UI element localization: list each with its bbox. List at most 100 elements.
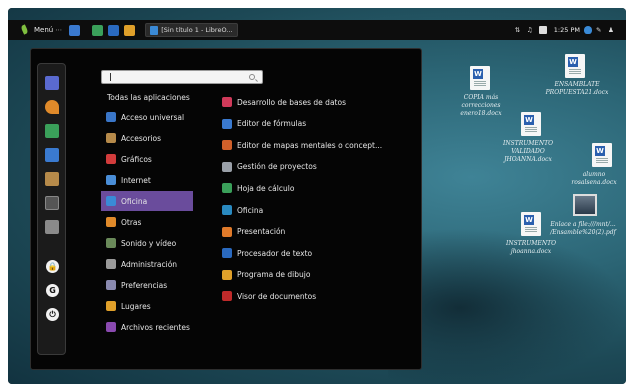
category-item[interactable]: Internet bbox=[101, 170, 193, 190]
desktop-file-label: ENSAMBLATE PROPUESTA21.docx bbox=[545, 81, 609, 96]
favorite-app-icon[interactable] bbox=[45, 76, 59, 90]
category-icon bbox=[106, 217, 116, 227]
favorites-sidebar: 🔒 G ⏻ bbox=[37, 63, 66, 355]
desktop-file-icon[interactable]: W bbox=[470, 66, 490, 90]
category-label: Oficina bbox=[121, 196, 148, 206]
category-icon bbox=[106, 196, 116, 206]
application-item[interactable]: Oficina bbox=[222, 200, 412, 220]
desktop-file-label: INSTRUMENTO jhoanna.docx bbox=[505, 240, 556, 255]
desktop-file-icon[interactable]: W bbox=[565, 54, 585, 78]
mint-leaf-icon bbox=[20, 24, 30, 36]
application-item[interactable]: Programa de dibujo bbox=[222, 265, 412, 285]
firefox-icon[interactable] bbox=[45, 100, 59, 114]
application-icon bbox=[222, 226, 232, 237]
category-icon bbox=[106, 259, 116, 269]
category-icon bbox=[106, 133, 116, 143]
category-icon bbox=[106, 280, 116, 290]
application-item[interactable]: Editor de fórmulas bbox=[222, 114, 412, 134]
taskbar-window-button[interactable]: [Sin título 1 - LibreO... bbox=[145, 23, 238, 37]
category-item[interactable]: Preferencias bbox=[101, 275, 193, 295]
desktop-image-icon[interactable] bbox=[573, 194, 597, 216]
user-icon[interactable]: ♟ bbox=[608, 26, 616, 34]
application-item[interactable]: Presentación bbox=[222, 222, 412, 242]
category-label: Archivos recientes bbox=[121, 322, 190, 332]
power-icon[interactable]: ⏻ bbox=[46, 308, 59, 321]
application-item[interactable]: Desarrollo de bases de datos bbox=[222, 92, 412, 112]
application-item[interactable]: Visor de documentos bbox=[222, 286, 412, 306]
volume-icon[interactable]: ♫ bbox=[527, 26, 535, 34]
category-label: Accesorios bbox=[121, 133, 162, 143]
favorite-app-icon[interactable] bbox=[45, 148, 59, 162]
category-label: Internet bbox=[121, 175, 151, 185]
application-item[interactable]: Hoja de cálculo bbox=[222, 178, 412, 198]
application-icon bbox=[222, 248, 232, 259]
application-label: Presentación bbox=[237, 227, 286, 237]
application-item[interactable]: Procesador de texto bbox=[222, 243, 412, 263]
desktop-file-icon[interactable]: W bbox=[521, 212, 541, 236]
desktop-file-icon[interactable]: W bbox=[592, 143, 612, 167]
category-item[interactable]: Accesorios bbox=[101, 128, 193, 148]
files-launcher-icon[interactable] bbox=[92, 24, 104, 36]
category-label: Gráficos bbox=[121, 154, 152, 164]
category-icon bbox=[106, 175, 116, 185]
top-panel: Menú ⋯ [Sin título 1 - LibreO... ⇅ ♫ 1:2… bbox=[8, 20, 626, 40]
category-icon bbox=[106, 154, 116, 164]
application-label: Editor de fórmulas bbox=[237, 119, 307, 129]
favorite-app-icon[interactable] bbox=[45, 124, 59, 138]
category-item[interactable]: Gráficos bbox=[101, 149, 193, 169]
favorite-app-icon[interactable] bbox=[45, 172, 59, 186]
application-item[interactable]: Editor de mapas mentales o concept... bbox=[222, 135, 412, 155]
all-applications-link[interactable]: Todas las aplicaciones bbox=[107, 93, 190, 102]
application-icon bbox=[222, 140, 232, 151]
text-cursor bbox=[110, 73, 111, 81]
category-item[interactable]: Archivos recientes bbox=[101, 317, 193, 337]
folder-launcher-icon[interactable] bbox=[124, 24, 136, 36]
panel-separator: ⋯ bbox=[55, 26, 63, 34]
show-desktop-icon[interactable] bbox=[69, 24, 81, 36]
desktop-file-label: alumno rosalsena.docx bbox=[571, 171, 617, 186]
category-item[interactable]: Oficina bbox=[101, 191, 193, 211]
application-label: Editor de mapas mentales o concept... bbox=[237, 140, 383, 150]
category-item[interactable]: Sonido y vídeo bbox=[101, 233, 193, 253]
pin-icon[interactable]: ✎ bbox=[596, 26, 604, 34]
system-tray: ⇅ ♫ 1:25 PM ✎ ♟ bbox=[515, 20, 616, 40]
clock[interactable]: 1:25 PM bbox=[554, 26, 580, 34]
shield-icon[interactable] bbox=[584, 26, 592, 34]
category-label: Preferencias bbox=[121, 280, 168, 290]
desktop-file-icon[interactable]: W bbox=[521, 112, 541, 136]
application-label: Desarrollo de bases de datos bbox=[237, 97, 346, 107]
application-icon bbox=[222, 291, 232, 302]
writer-doc-icon bbox=[150, 25, 159, 35]
application-item[interactable]: Gestión de proyectos bbox=[222, 157, 412, 177]
menu-button[interactable]: Menú bbox=[20, 24, 53, 36]
application-label: Visor de documentos bbox=[237, 291, 317, 301]
category-item[interactable]: Acceso universal bbox=[101, 107, 193, 127]
logout-icon[interactable]: G bbox=[46, 284, 59, 297]
category-item[interactable]: Administración bbox=[101, 254, 193, 274]
category-item[interactable]: Lugares bbox=[101, 296, 193, 316]
desktop-file-label: COPIA más correcciones enero18.docx bbox=[460, 94, 502, 117]
category-item[interactable]: Otras bbox=[101, 212, 193, 232]
writer-launcher-icon[interactable] bbox=[108, 24, 120, 36]
search-input[interactable] bbox=[101, 70, 263, 84]
desktop-file-label: Enlace a file:///mnt/... /Ensamble%20(2)… bbox=[550, 221, 616, 236]
category-icon bbox=[106, 322, 116, 332]
screen: Menú ⋯ [Sin título 1 - LibreO... ⇅ ♫ 1:2… bbox=[8, 8, 626, 384]
application-icon bbox=[222, 97, 232, 107]
application-label: Hoja de cálculo bbox=[237, 183, 295, 193]
search-icon bbox=[249, 74, 255, 80]
network-icon[interactable]: ⇅ bbox=[515, 26, 523, 34]
application-menu: 🔒 G ⏻ Todas las aplicaciones Acceso univ… bbox=[30, 48, 422, 370]
application-label: Procesador de texto bbox=[237, 248, 313, 258]
lock-icon[interactable]: 🔒 bbox=[46, 260, 59, 273]
menu-label: Menú bbox=[34, 26, 54, 34]
calculator-icon[interactable] bbox=[45, 220, 59, 234]
category-label: Administración bbox=[121, 259, 178, 269]
terminal-icon[interactable] bbox=[45, 196, 59, 210]
application-label: Gestión de proyectos bbox=[237, 162, 317, 172]
category-icon bbox=[106, 112, 116, 122]
battery-icon[interactable] bbox=[538, 26, 547, 34]
application-icon bbox=[222, 183, 232, 194]
category-label: Acceso universal bbox=[121, 112, 185, 122]
category-label: Lugares bbox=[121, 301, 151, 311]
